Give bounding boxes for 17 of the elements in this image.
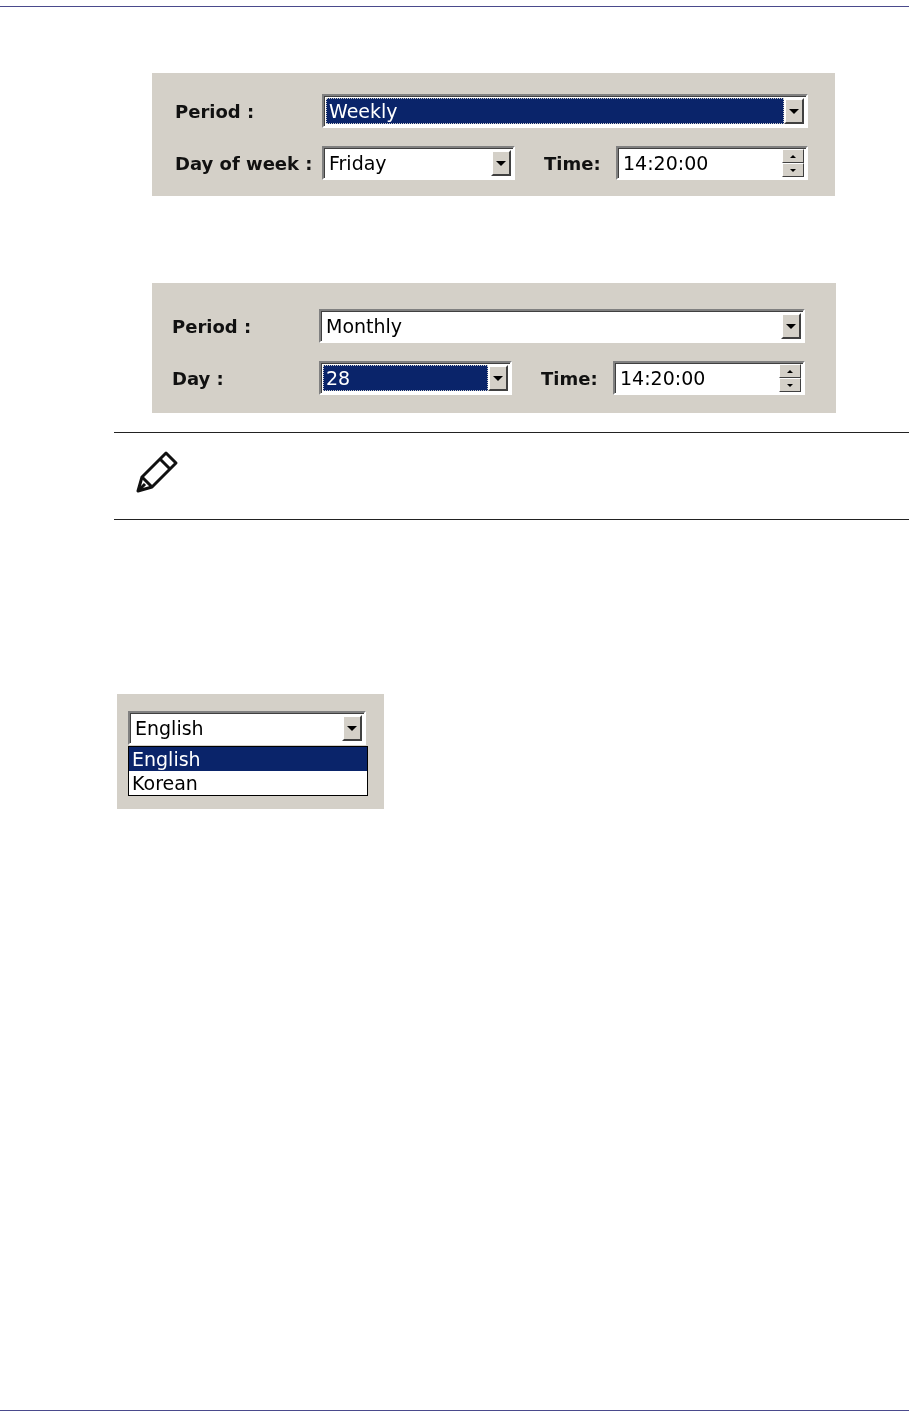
spinner-icon[interactable] <box>779 364 801 392</box>
time-label: Time: <box>544 152 602 174</box>
time-field[interactable]: 14:20:00 <box>616 146 808 180</box>
period-dropdown[interactable]: Monthly <box>319 309 805 343</box>
language-dropdown[interactable]: English <box>128 711 366 745</box>
time-field[interactable]: 14:20:00 <box>613 361 805 395</box>
language-option[interactable]: English <box>129 747 367 771</box>
day-dropdown[interactable]: Friday <box>322 146 515 180</box>
language-option[interactable]: Korean <box>129 771 367 795</box>
period-dropdown[interactable]: Weekly <box>322 94 808 128</box>
day-label: Day : <box>172 367 225 389</box>
period-label: Period : <box>175 100 256 122</box>
time-label: Time: <box>541 367 599 389</box>
spinner-icon[interactable] <box>782 149 804 177</box>
day-dropdown[interactable]: 28 <box>319 361 512 395</box>
day-label: Day of week : <box>175 152 314 174</box>
period-label: Period : <box>172 315 253 337</box>
